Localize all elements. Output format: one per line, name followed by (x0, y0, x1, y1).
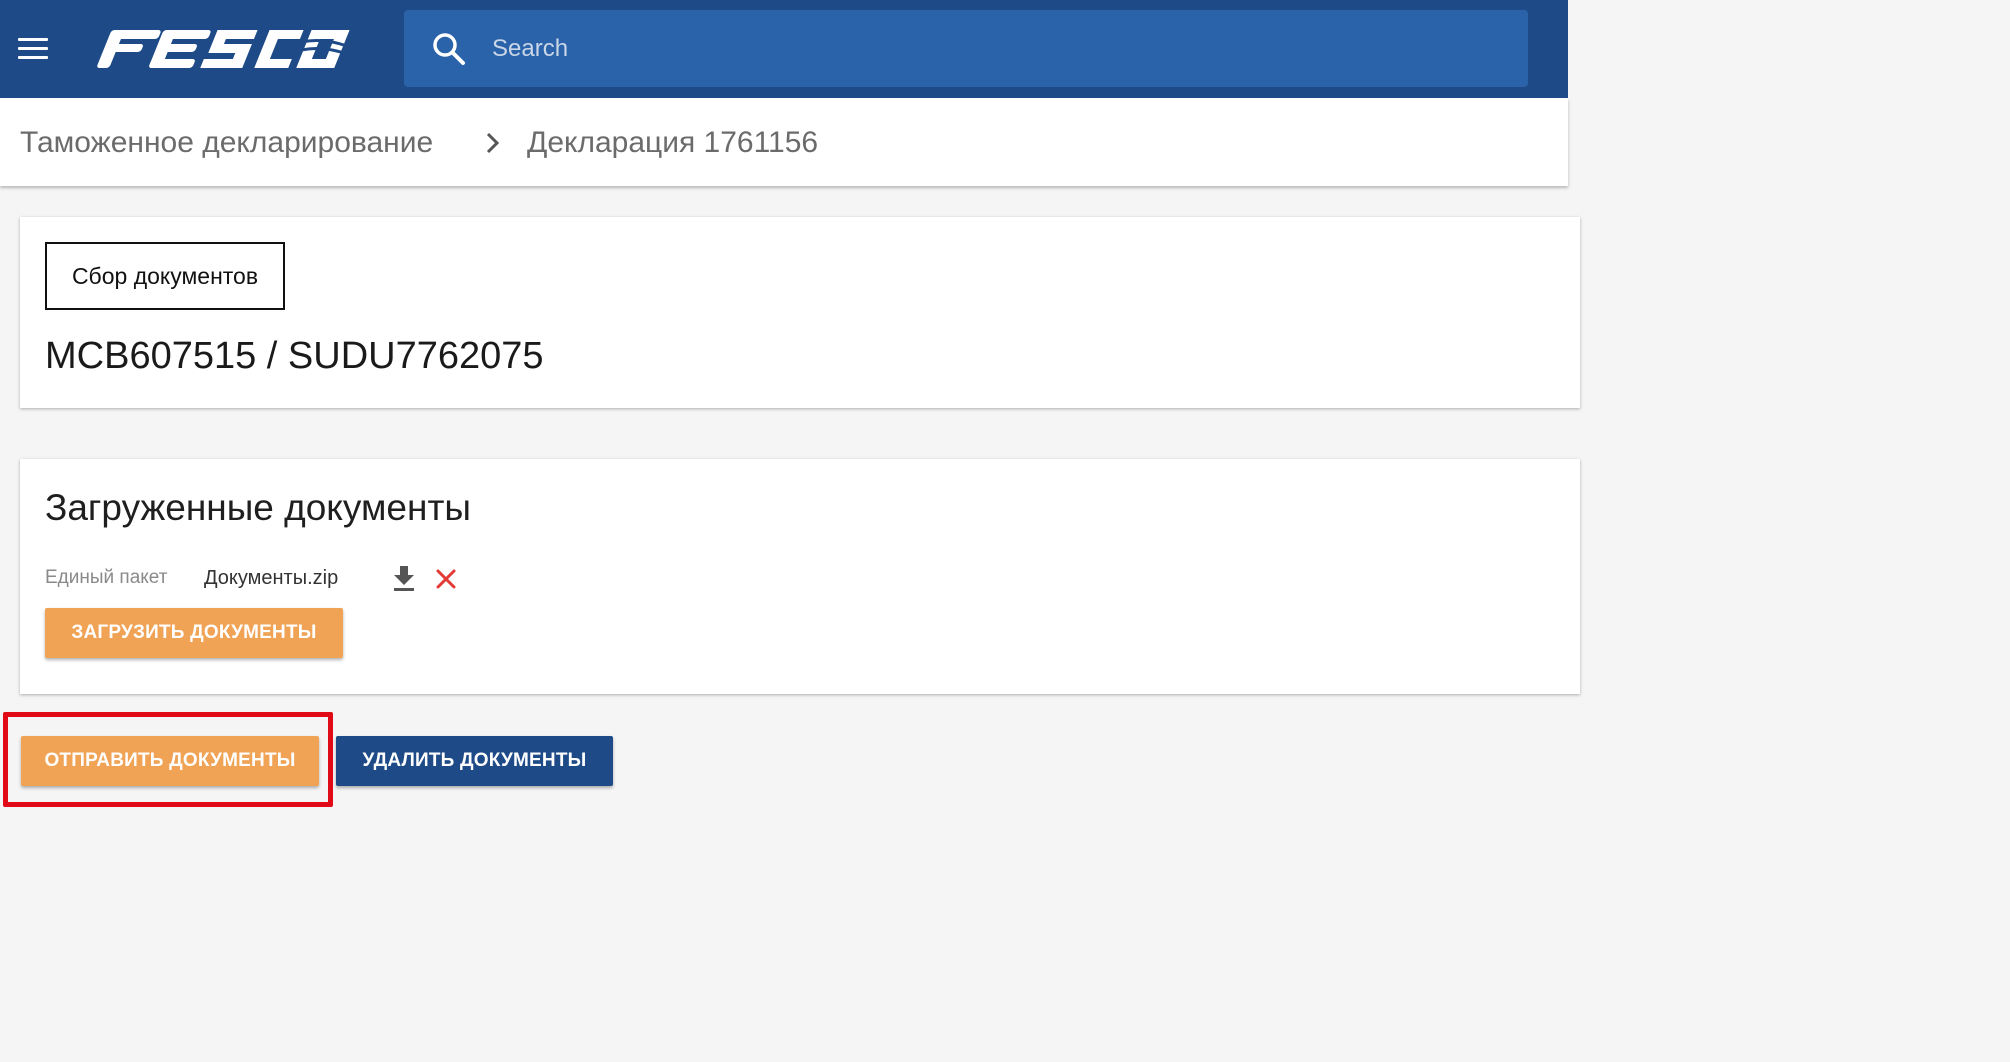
breadcrumb: Таможенное декларирование Декларация 176… (0, 98, 1568, 186)
shipment-card: Сбор документов MCB607515 / SUDU7762075 (20, 217, 1580, 408)
breadcrumb-current-declaration: Декларация 1761156 (527, 126, 819, 159)
close-icon[interactable] (436, 569, 456, 589)
search-bar (404, 10, 1528, 87)
send-documents-button[interactable]: ОТПРАВИТЬ ДОКУМЕНТЫ (21, 736, 319, 786)
hamburger-menu-icon[interactable] (18, 38, 48, 60)
document-file-name: Документы.zip (204, 567, 339, 589)
document-type-label: Единый пакет (45, 567, 168, 588)
search-icon (433, 33, 465, 65)
chevron-right-icon (486, 132, 500, 154)
section-title: Загруженные документы (45, 487, 471, 528)
upload-documents-button[interactable]: ЗАГРУЗИТЬ ДОКУМЕНТЫ (45, 608, 343, 658)
status-badge: Сбор документов (45, 242, 285, 310)
download-icon[interactable] (391, 564, 417, 592)
top-app-bar (0, 0, 1568, 98)
bl-container-title: MCB607515 / SUDU7762075 (45, 335, 544, 377)
delete-documents-button[interactable]: УДАЛИТЬ ДОКУМЕНТЫ (336, 736, 613, 786)
search-input[interactable] (492, 10, 1502, 87)
breadcrumb-customs-declaration-link[interactable]: Таможенное декларирование (20, 126, 433, 160)
uploaded-documents-card: Загруженные документы Единый пакет Докум… (20, 459, 1580, 694)
document-row: Единый пакет Документы.zip (45, 563, 485, 593)
fesco-logo[interactable] (92, 24, 356, 74)
